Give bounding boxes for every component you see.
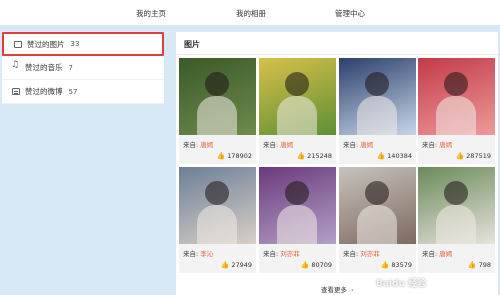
person-silhouette [205, 72, 229, 96]
person-silhouette-body [197, 205, 237, 244]
like-count: 215248 [307, 152, 332, 160]
sidebar-item-count: 57 [68, 87, 78, 96]
thumbs-up-icon[interactable]: 👍 [296, 152, 305, 160]
sidebar-item-label: 赞过的音乐 [25, 63, 63, 72]
image-icon [14, 40, 22, 48]
photo-thumbnail[interactable] [418, 167, 495, 244]
author-link[interactable]: 唐嫣 [439, 250, 452, 258]
author-link[interactable]: 唐嫣 [200, 141, 213, 149]
image-panel: 图片 来自: 唐嫣 👍 178902 来自: 唐嫣 👍 215248 来自: 唐嫣 👍 14… [176, 32, 498, 295]
sidebar-item-count: 7 [68, 63, 73, 72]
sidebar-item-count: 33 [70, 40, 80, 48]
person-silhouette [285, 181, 309, 205]
photo-thumbnail[interactable] [339, 58, 416, 135]
source-label: 来自: [263, 141, 279, 149]
source-label: 来自: [183, 141, 199, 149]
top-navigation-bar: 我的主页 我的相册 管理中心 [0, 0, 500, 26]
photo-card[interactable]: 来自: 唐嫣 👍 140384 [339, 58, 416, 164]
source-label: 来自: [422, 141, 438, 149]
sidebar-item-liked-images[interactable]: 赞过的图片 33 [2, 32, 164, 56]
author-link[interactable]: 唐嫣 [280, 141, 293, 149]
thumbs-up-icon[interactable]: 👍 [376, 152, 385, 160]
author-link[interactable]: 李沁 [200, 250, 213, 258]
thumbs-up-icon[interactable]: 👍 [468, 261, 477, 269]
divider [176, 54, 498, 55]
nav-management-center[interactable]: 管理中心 [335, 8, 365, 19]
sidebar-item-liked-music[interactable]: 赞过的音乐 7 [2, 56, 164, 80]
person-silhouette-body [277, 205, 317, 244]
source-label: 来自: [343, 250, 359, 258]
nav-my-album[interactable]: 我的相册 [236, 8, 266, 19]
like-count: 287519 [466, 152, 491, 160]
photo-thumbnail[interactable] [259, 58, 336, 135]
person-silhouette [285, 72, 309, 96]
watermark: Baidu 经验 [376, 279, 427, 289]
author-link[interactable]: 刘亦菲 [360, 250, 380, 258]
photo-card[interactable]: 来自: 唐嫣 👍 178902 [179, 58, 256, 164]
view-more-link[interactable]: 查看更多 › [321, 284, 354, 294]
photo-card[interactable]: 来自: 刘亦菲 👍 80709 [259, 167, 336, 273]
person-silhouette-body [436, 205, 476, 244]
nav-my-homepage[interactable]: 我的主页 [136, 8, 166, 19]
photo-card[interactable]: 来自: 李沁 👍 27949 [179, 167, 256, 273]
author-link[interactable]: 刘亦菲 [280, 250, 300, 258]
view-more-label: 查看更多 [321, 286, 347, 294]
photo-card[interactable]: 来自: 唐嫣 👍 798 [418, 167, 495, 273]
like-count: 83579 [391, 261, 412, 269]
person-silhouette-body [357, 205, 397, 244]
person-silhouette-body [197, 96, 237, 135]
person-silhouette [365, 181, 389, 205]
person-silhouette-body [277, 96, 317, 135]
sidebar-item-liked-weibo[interactable]: 赞过的微博 57 [2, 80, 164, 104]
person-silhouette-body [436, 96, 476, 135]
person-silhouette-body [357, 96, 397, 135]
like-count: 140384 [387, 152, 412, 160]
like-count: 178902 [227, 152, 252, 160]
music-note-icon [11, 60, 20, 71]
sidebar-item-label: 赞过的微博 [25, 87, 63, 96]
person-silhouette [444, 181, 468, 205]
chevron-right-icon: › [351, 286, 354, 294]
source-label: 来自: [343, 141, 359, 149]
author-link[interactable]: 唐嫣 [439, 141, 452, 149]
photo-card[interactable]: 来自: 刘亦菲 👍 83579 [339, 167, 416, 273]
like-count: 80709 [311, 261, 332, 269]
thumbs-up-icon[interactable]: 👍 [381, 261, 390, 269]
photo-card[interactable]: 来自: 唐嫣 👍 287519 [418, 58, 495, 164]
thumbs-up-icon[interactable]: 👍 [221, 261, 230, 269]
photo-thumbnail[interactable] [179, 167, 256, 244]
photo-thumbnail[interactable] [179, 58, 256, 135]
panel-title: 图片 [184, 40, 200, 49]
thumbs-up-icon[interactable]: 👍 [301, 261, 310, 269]
photo-card[interactable]: 来自: 唐嫣 👍 215248 [259, 58, 336, 164]
document-icon [12, 88, 20, 95]
sidebar: 赞过的图片 33 赞过的音乐 7 赞过的微博 57 [2, 32, 164, 104]
author-link[interactable]: 唐嫣 [360, 141, 373, 149]
person-silhouette [365, 72, 389, 96]
thumbs-up-icon[interactable]: 👍 [455, 152, 464, 160]
thumbs-up-icon[interactable]: 👍 [216, 152, 225, 160]
source-label: 来自: [422, 250, 438, 258]
person-silhouette [444, 72, 468, 96]
like-count: 798 [478, 261, 491, 269]
source-label: 来自: [263, 250, 279, 258]
source-label: 来自: [183, 250, 199, 258]
sidebar-item-label: 赞过的图片 [27, 39, 65, 49]
photo-thumbnail[interactable] [259, 167, 336, 244]
photo-thumbnail[interactable] [339, 167, 416, 244]
person-silhouette [205, 181, 229, 205]
like-count: 27949 [231, 261, 252, 269]
photo-thumbnail[interactable] [418, 58, 495, 135]
